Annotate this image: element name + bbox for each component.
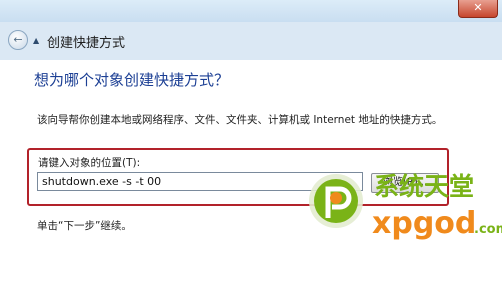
logo-domain-suffix: .com <box>474 222 502 237</box>
next-hint: 单击“下一步”继续。 <box>37 220 132 232</box>
window-titlebar: ✕ <box>0 0 502 23</box>
logo-name-cn: 系统天堂 <box>374 172 474 201</box>
xpgod-watermark-logo: 系统天堂 xpgod .com <box>309 172 502 241</box>
wizard-header: ← ▲ 创建快捷方式 <box>0 22 502 60</box>
shortcut-wizard-icon: ▲ <box>33 36 40 45</box>
close-icon: ✕ <box>473 1 483 14</box>
page-heading: 想为哪个对象创建快捷方式？ <box>34 71 230 89</box>
wizard-description: 该向导帮你创建本地或网络程序、文件、文件夹、计算机或 Internet 地址的快… <box>37 114 443 126</box>
close-button[interactable]: ✕ <box>458 0 498 18</box>
back-arrow-icon: ← <box>13 33 23 46</box>
back-button[interactable]: ← <box>8 30 28 50</box>
wizard-title: 创建快捷方式 <box>47 36 126 51</box>
logo-domain: xpgod <box>372 206 476 241</box>
location-label: 请键入对象的位置(T): <box>38 157 141 169</box>
